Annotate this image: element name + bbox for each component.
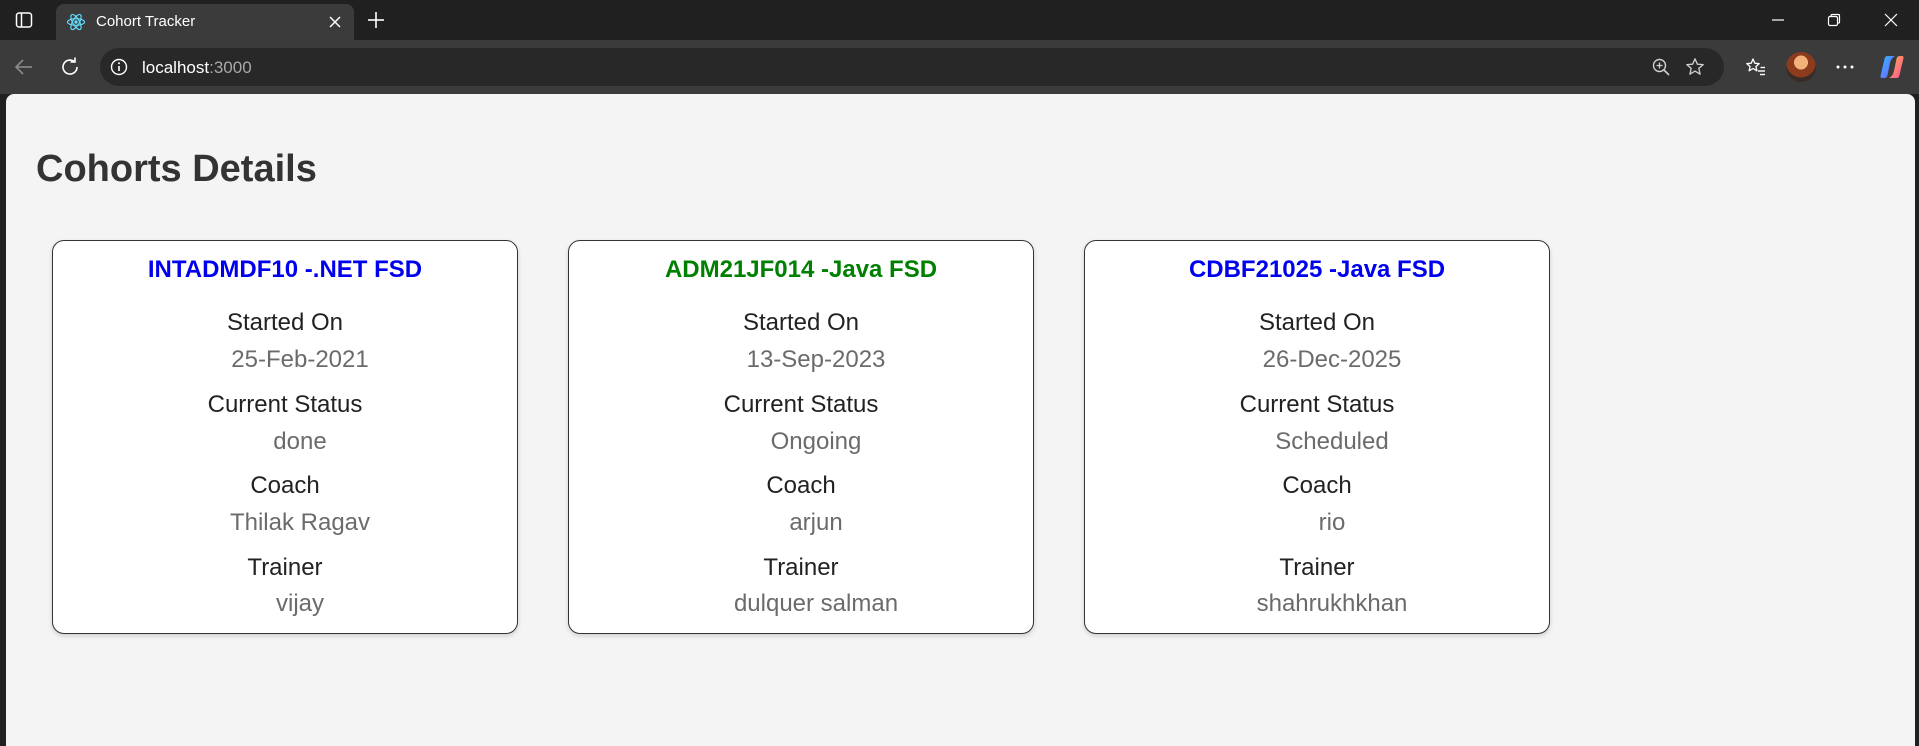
- address-bar[interactable]: localhost:3000: [100, 48, 1724, 86]
- coach-value: rio: [1318, 509, 1346, 536]
- close-icon[interactable]: [326, 13, 344, 31]
- browser-tab[interactable]: Cohort Tracker: [56, 4, 354, 40]
- zoom-icon[interactable]: [1650, 56, 1672, 78]
- star-icon[interactable]: [1684, 56, 1706, 78]
- trainer-label: Trainer: [1279, 554, 1355, 581]
- current-status-value: Scheduled: [1275, 428, 1389, 455]
- current-status-label: Current Status: [207, 391, 363, 418]
- current-status-label: Current Status: [723, 391, 879, 418]
- trainer-value: vijay: [275, 590, 324, 617]
- avatar[interactable]: [1786, 52, 1816, 82]
- started-on-label: Started On: [1258, 309, 1376, 336]
- url-text: localhost:3000: [142, 58, 252, 78]
- trainer-label: Trainer: [763, 554, 839, 581]
- started-on-value: 25-Feb-2021: [231, 346, 369, 373]
- coach-value: Thilak Ragav: [229, 509, 371, 536]
- copilot-icon[interactable]: [1878, 53, 1906, 81]
- coach-label: Coach: [766, 472, 836, 499]
- trainer-label: Trainer: [247, 554, 323, 581]
- trainer-value: dulquer salman: [733, 590, 899, 617]
- url-port: :3000: [209, 58, 252, 77]
- info-icon[interactable]: [110, 58, 128, 76]
- react-logo-icon: [66, 12, 86, 32]
- current-status-value: Ongoing: [770, 428, 862, 455]
- started-on-label: Started On: [226, 309, 344, 336]
- started-on-label: Started On: [742, 309, 860, 336]
- back-arrow-icon[interactable]: [8, 51, 40, 83]
- cohort-card: ADM21JF014 -Java FSD Started On 13-Sep-2…: [568, 240, 1034, 634]
- cohort-card: CDBF21025 -Java FSD Started On 26-Dec-20…: [1084, 240, 1550, 634]
- cohort-title: INTADMDF10 -.NET FSD: [147, 256, 423, 283]
- coach-value: arjun: [789, 509, 843, 536]
- coach-label: Coach: [250, 472, 320, 499]
- minimize-icon[interactable]: [1764, 6, 1792, 34]
- cohort-title: ADM21JF014 -Java FSD: [664, 256, 938, 283]
- trainer-value: shahrukhkhan: [1256, 590, 1408, 617]
- reload-icon[interactable]: [54, 51, 86, 83]
- started-on-value: 26-Dec-2025: [1262, 346, 1402, 373]
- plus-icon[interactable]: [364, 8, 388, 32]
- window-close-icon[interactable]: [1877, 6, 1905, 34]
- tab-strip: Cohort Tracker: [0, 0, 1919, 40]
- tab-title: Cohort Tracker: [96, 13, 196, 30]
- page-title: Cohorts Details: [36, 148, 317, 190]
- current-status-label: Current Status: [1239, 391, 1395, 418]
- more-icon[interactable]: [1829, 51, 1861, 83]
- current-status-value: done: [273, 428, 327, 455]
- cohort-title: CDBF21025 -Java FSD: [1188, 256, 1446, 283]
- url-host: localhost: [142, 58, 210, 77]
- favorites-icon[interactable]: [1740, 51, 1772, 83]
- cohort-card: INTADMDF10 -.NET FSD Started On 25-Feb-2…: [52, 240, 518, 634]
- browser-toolbar: localhost:3000: [0, 40, 1919, 94]
- restore-icon[interactable]: [1820, 6, 1848, 34]
- sidebar-icon[interactable]: [12, 8, 36, 32]
- coach-label: Coach: [1282, 472, 1352, 499]
- started-on-value: 13-Sep-2023: [746, 346, 886, 373]
- page-viewport: Cohorts Details INTADMDF10 -.NET FSD Sta…: [6, 94, 1915, 746]
